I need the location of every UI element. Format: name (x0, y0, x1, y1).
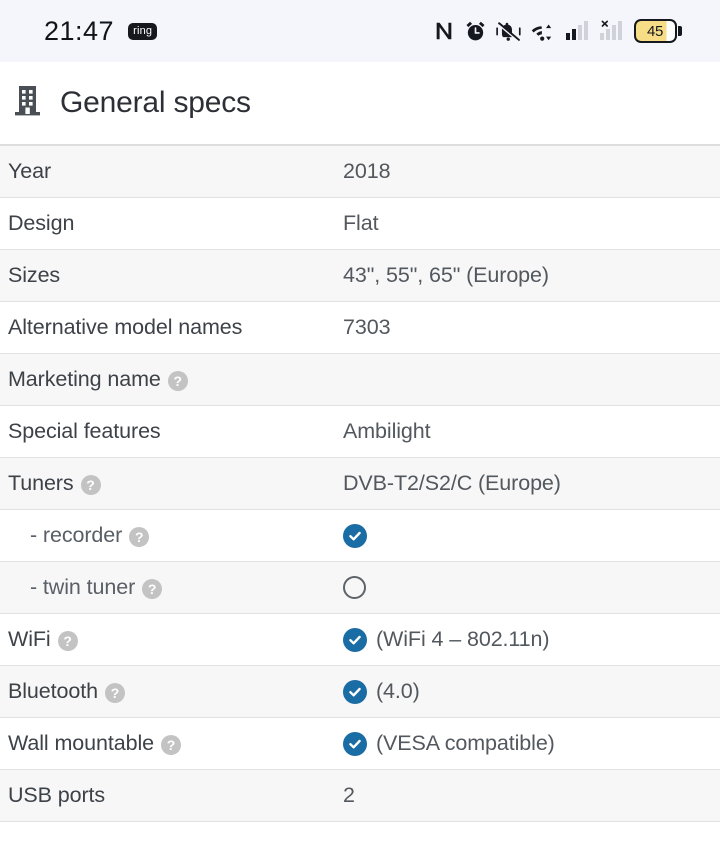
help-icon[interactable]: ? (104, 682, 125, 703)
spec-value-text: (4.0) (376, 679, 420, 703)
spec-value-text: 2 (343, 783, 355, 807)
spec-value (343, 576, 710, 599)
table-row: Sizes 43", 55", 65" (Europe) (0, 250, 720, 302)
spec-value: Flat (343, 211, 710, 236)
table-row: - recorder? (0, 510, 720, 562)
spec-label: Wall mountable? (8, 731, 343, 756)
spec-value: 2018 (343, 159, 710, 184)
nfc-icon (433, 20, 455, 42)
table-row: - twin tuner? (0, 562, 720, 614)
bell-muted-vibrate-icon (495, 20, 522, 43)
table-row: Tuners? DVB-T2/S2/C (Europe) (0, 458, 720, 510)
help-icon[interactable]: ? (129, 526, 150, 547)
spec-label: Sizes (8, 263, 343, 288)
table-row: Wall mountable? (VESA compatible) (0, 718, 720, 770)
spec-label-text: WiFi (8, 627, 51, 651)
battery-body: 45 (633, 19, 677, 43)
spec-label-text: Bluetooth (8, 679, 98, 703)
spec-value-text: 43", 55", 65" (Europe) (343, 263, 549, 287)
spec-label-text: Year (8, 159, 52, 183)
status-bar-left: 21:47 ring (44, 15, 158, 47)
spec-label-text: Alternative model names (8, 315, 243, 339)
spec-value (343, 523, 710, 548)
empty-circle-icon (343, 576, 366, 599)
spec-value-text: Ambilight (343, 419, 431, 443)
wifi-data-transfer-icon (531, 20, 557, 42)
page-header: General specs (0, 62, 720, 144)
alarm-clock-icon (464, 20, 487, 43)
spec-value-text: 2018 (343, 159, 391, 183)
spec-value-text: (WiFi 4 – 802.11n) (376, 627, 550, 651)
spec-value: (VESA compatible) (343, 731, 710, 756)
spec-value-text: 7303 (343, 315, 391, 339)
table-row: Special features Ambilight (0, 406, 720, 458)
spec-label-text: Sizes (8, 263, 61, 287)
spec-label: Bluetooth? (8, 679, 343, 704)
spec-label-text: Design (8, 211, 75, 235)
spec-value: Ambilight (343, 419, 710, 444)
spec-label: - recorder? (8, 523, 343, 548)
help-icon[interactable]: ? (142, 578, 163, 599)
spec-value: 43", 55", 65" (Europe) (343, 263, 710, 288)
table-row: Marketing name? (0, 354, 720, 406)
page-title: General specs (60, 86, 251, 119)
help-icon[interactable]: ? (167, 370, 188, 391)
status-bar-right: 45 (433, 19, 703, 43)
table-row: Alternative model names 7303 (0, 302, 720, 354)
spec-label: WiFi? (8, 627, 343, 652)
spec-label: Special features (8, 419, 343, 444)
cellular-no-sim-icon (599, 20, 625, 42)
battery-cap (678, 26, 682, 36)
help-icon[interactable]: ? (160, 734, 181, 755)
spec-label: Marketing name? (8, 367, 343, 392)
battery-icon: 45 (633, 19, 682, 43)
spec-label: USB ports (8, 783, 343, 808)
spec-label-text: Special features (8, 419, 161, 443)
spec-label: Alternative model names (8, 315, 343, 340)
spec-value-text: Flat (343, 211, 379, 235)
spec-label: Year (8, 159, 343, 184)
spec-label-text: USB ports (8, 783, 106, 807)
spec-value-text: DVB-T2/S2/C (Europe) (343, 471, 561, 495)
table-row: Year 2018 (0, 146, 720, 198)
help-icon[interactable]: ? (57, 630, 78, 651)
spec-value-text: (VESA compatible) (376, 731, 555, 755)
check-circle-icon (343, 731, 367, 756)
spec-value: 2 (343, 783, 710, 808)
check-circle-icon (343, 627, 367, 652)
spec-label-text: - twin tuner (30, 575, 136, 599)
spec-label: - twin tuner? (8, 575, 343, 600)
cellular-signal-icon (565, 20, 590, 42)
spec-value: (WiFi 4 – 802.11n) (343, 627, 710, 652)
spec-value: 7303 (343, 315, 710, 340)
spec-label-text: Tuners (8, 471, 74, 495)
spec-value: (4.0) (343, 679, 710, 704)
spec-label: Tuners? (8, 471, 343, 496)
help-icon[interactable]: ? (80, 474, 101, 495)
table-row: Design Flat (0, 198, 720, 250)
battery-level-label: 45 (646, 22, 664, 40)
spec-label: Design (8, 211, 343, 236)
spec-value: DVB-T2/S2/C (Europe) (343, 471, 710, 496)
check-circle-icon (343, 679, 367, 704)
ring-notification-badge: ring (128, 22, 158, 40)
table-row: WiFi? (WiFi 4 – 802.11n) (0, 614, 720, 666)
spec-label-text: Wall mountable (8, 731, 154, 755)
status-bar: 21:47 ring 45 (0, 0, 720, 62)
spec-label-text: Marketing name (8, 367, 161, 391)
building-icon (14, 84, 44, 123)
status-clock: 21:47 (44, 15, 115, 46)
check-circle-icon (343, 523, 367, 548)
table-row: USB ports 2 (0, 770, 720, 822)
spec-label-text: - recorder (30, 523, 123, 547)
bottom-filler (0, 822, 720, 862)
general-specs-table: Year 2018 Design Flat Sizes 43", 55", 65" (Eu… (0, 144, 720, 822)
table-row: Bluetooth? (4.0) (0, 666, 720, 718)
